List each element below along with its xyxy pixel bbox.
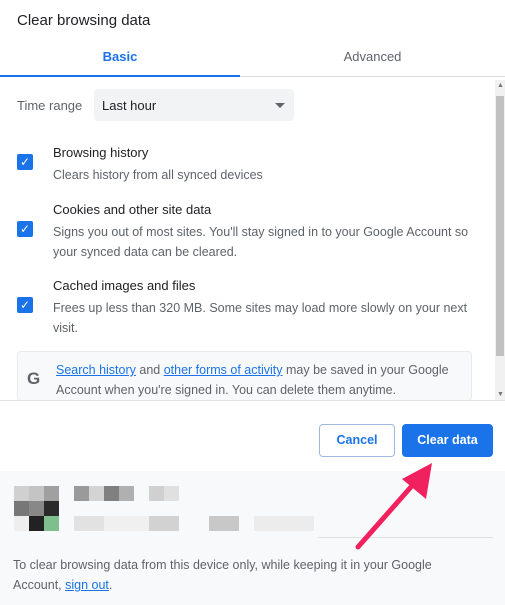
tab-basic[interactable]: Basic [0, 40, 240, 77]
notice-text: and [135, 363, 164, 377]
scroll-up-icon[interactable]: ▲ [497, 82, 504, 89]
scroll-down-icon[interactable]: ▼ [497, 391, 504, 398]
option-title: Browsing history [53, 145, 149, 160]
google-activity-notice: G Search history and other forms of acti… [17, 351, 472, 401]
cache-checkbox[interactable]: ✓ [17, 297, 33, 313]
browsing-history-checkbox[interactable]: ✓ [17, 154, 33, 170]
tab-advanced[interactable]: Advanced [240, 40, 505, 76]
tab-bar: Basic Advanced [0, 40, 505, 77]
cancel-button[interactable]: Cancel [319, 424, 395, 457]
option-title: Cached images and files [53, 278, 196, 293]
annotation-arrow-icon [355, 463, 432, 550]
time-range-label: Time range [17, 98, 83, 113]
sign-out-link[interactable]: sign out [65, 578, 109, 592]
footer-period: . [108, 578, 113, 592]
option-desc: Frees up less than 320 MB. Some sites ma… [53, 301, 468, 335]
clear-data-button[interactable]: Clear data [402, 424, 493, 457]
option-desc: Clears history from all synced devices [53, 168, 263, 182]
dialog-title: Clear browsing data [17, 12, 151, 29]
scrollbar-thumb[interactable] [496, 96, 504, 356]
divider [0, 400, 505, 401]
dropdown-caret-icon [275, 103, 285, 108]
google-g-icon: G [27, 369, 41, 388]
time-range-value: Last hour [102, 98, 157, 113]
cookies-checkbox[interactable]: ✓ [17, 221, 33, 237]
search-history-link[interactable]: Search history [56, 363, 136, 377]
option-title: Cookies and other site data [53, 202, 212, 217]
time-range-select[interactable]: Last hour [94, 89, 294, 121]
other-activity-link[interactable]: other forms of activity [164, 363, 283, 377]
scrollbar[interactable]: ▲ ▼ [495, 80, 505, 400]
footer-text: To clear browsing data from this device … [13, 555, 483, 595]
option-desc: Signs you out of most sites. You'll stay… [53, 225, 469, 259]
